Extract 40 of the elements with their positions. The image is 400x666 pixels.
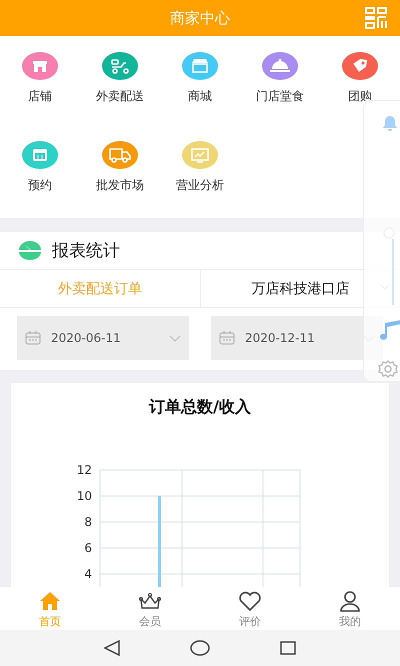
music-note-icon[interactable] (378, 319, 400, 341)
section-title: 报表统计 (52, 240, 120, 262)
calendar-icon (219, 331, 235, 345)
pie-chart-icon (18, 240, 42, 260)
tab-bar-item[interactable]: 我的 (300, 587, 400, 630)
chevron-down-icon (169, 334, 181, 342)
menu-label[interactable]: 预约 (28, 177, 52, 194)
menu-label[interactable]: 批发市场 (96, 177, 144, 194)
menu-label[interactable]: 店铺 (28, 88, 52, 105)
menu-icon[interactable] (102, 141, 138, 169)
menu-icon[interactable] (182, 141, 218, 169)
menu-label[interactable]: 团购 (348, 88, 372, 105)
y-tick-label: 6 (84, 541, 92, 555)
menu-label[interactable]: 商城 (188, 88, 212, 105)
calendar-icon (25, 331, 41, 345)
home-circle-icon[interactable] (190, 640, 210, 656)
bell-icon[interactable] (380, 113, 400, 133)
tab-bar-item[interactable]: 评价 (200, 587, 300, 630)
menu-icon[interactable] (22, 141, 58, 169)
menu-icon[interactable] (182, 52, 218, 80)
settings-icon[interactable] (378, 359, 398, 379)
back-icon[interactable] (104, 640, 120, 656)
chart-title: 订单总数/收入 (148, 397, 252, 418)
tab-bar-item[interactable]: 会员 (100, 587, 200, 630)
date-picker[interactable]: 2020-06-11 (17, 316, 189, 360)
page-title: 商家中心 (170, 8, 230, 28)
person-icon (338, 588, 362, 612)
menu-icon[interactable] (102, 52, 138, 80)
y-tick-label: 12 (76, 463, 92, 477)
menu-label[interactable]: 门店堂食 (256, 88, 304, 105)
menu-label[interactable]: 营业分析 (176, 177, 224, 194)
qr-code-icon[interactable] (364, 6, 388, 30)
y-tick-label: 10 (76, 489, 92, 503)
menu-label[interactable]: 外卖配送 (96, 88, 144, 105)
menu-icon[interactable] (22, 52, 58, 80)
y-tick-label: 4 (84, 567, 92, 581)
recents-icon[interactable] (280, 641, 296, 655)
y-tick-label: 8 (84, 515, 92, 529)
menu-icon[interactable] (262, 52, 298, 80)
menu-icon[interactable] (342, 52, 378, 80)
